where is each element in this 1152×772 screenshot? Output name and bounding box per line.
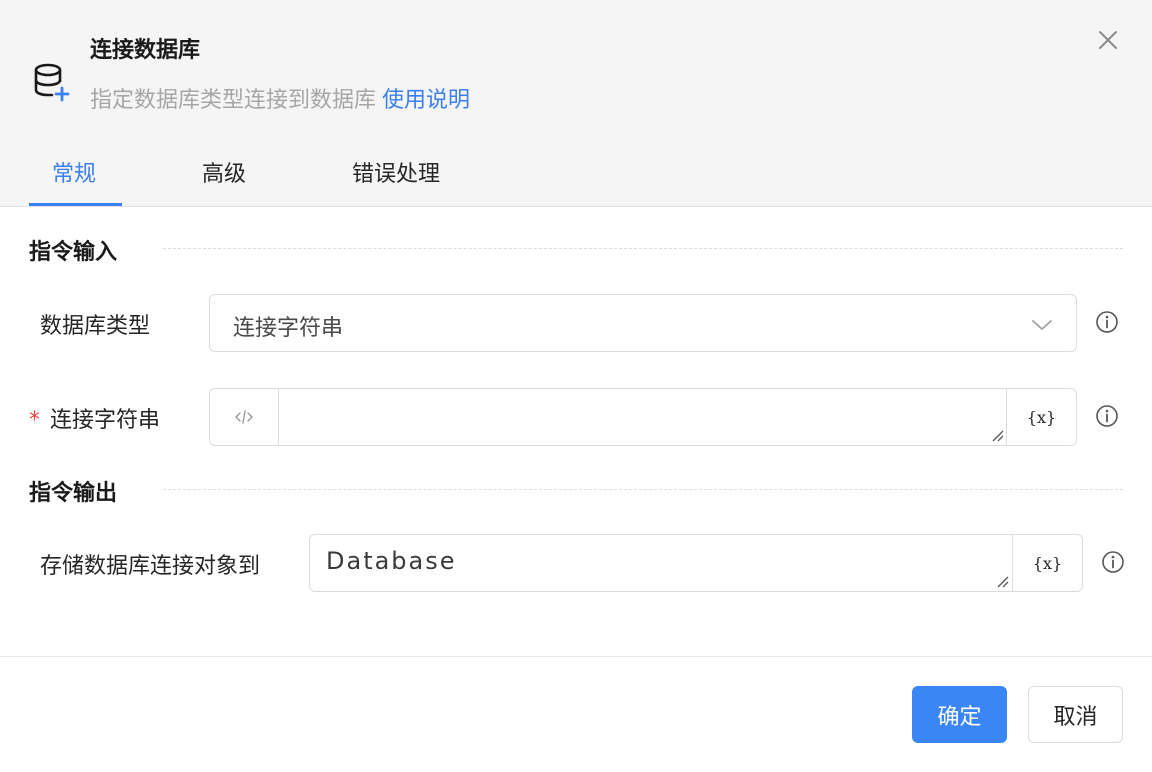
conn-string-info-icon[interactable] <box>1095 404 1119 428</box>
store-to-label: 存储数据库连接对象到 <box>40 554 261 579</box>
code-mode-toggle[interactable] <box>210 389 279 445</box>
conn-string-label: * 连接字符串 <box>29 402 160 434</box>
tab-general[interactable]: 常规 <box>52 156 96 188</box>
output-section-title: 指令输出 <box>29 481 118 506</box>
footer-divider <box>0 656 1152 657</box>
connect-database-dialog: 连接数据库 指定数据库类型连接到数据库 使用说明 常规 高级 错误处理 指令输入 … <box>0 0 1152 772</box>
db-type-value: 连接字符串 <box>233 316 344 341</box>
input-section-divider <box>163 248 1123 249</box>
dialog-title: 连接数据库 <box>90 38 201 63</box>
store-to-value: Database <box>326 547 457 575</box>
conn-string-input[interactable] <box>279 389 1008 445</box>
chevron-down-icon <box>1032 320 1052 330</box>
conn-string-label-text: 连接字符串 <box>50 408 161 433</box>
resize-grip-icon[interactable] <box>996 575 1010 589</box>
tab-advanced[interactable]: 高级 <box>202 156 246 188</box>
cancel-button[interactable]: 取消 <box>1028 686 1123 743</box>
store-to-variable-button[interactable]: {x} <box>1012 535 1082 591</box>
conn-string-variable-button[interactable]: {x} <box>1006 389 1076 445</box>
tab-bar: 常规 高级 错误处理 <box>0 150 1152 207</box>
dialog-subtitle: 指定数据库类型连接到数据库 使用说明 <box>90 82 470 114</box>
store-to-input[interactable]: Database <box>310 535 1013 591</box>
close-icon[interactable] <box>1094 26 1122 54</box>
store-to-info-icon[interactable] <box>1101 550 1125 574</box>
output-section-divider <box>163 489 1123 490</box>
conn-string-input-group: {x} <box>209 388 1077 446</box>
db-type-info-icon[interactable] <box>1095 310 1119 334</box>
db-type-select[interactable]: 连接字符串 <box>209 294 1077 352</box>
dialog-header: 连接数据库 指定数据库类型连接到数据库 使用说明 常规 高级 错误处理 <box>0 0 1152 207</box>
database-add-icon <box>34 63 70 102</box>
active-tab-indicator <box>29 203 122 206</box>
confirm-button[interactable]: 确定 <box>912 686 1007 743</box>
help-link[interactable]: 使用说明 <box>382 88 470 113</box>
db-type-label: 数据库类型 <box>40 314 151 339</box>
code-icon <box>235 410 253 424</box>
resize-grip-icon[interactable] <box>991 429 1005 443</box>
subtitle-text: 指定数据库类型连接到数据库 <box>90 88 377 113</box>
input-section-title: 指令输入 <box>29 240 118 265</box>
store-to-input-group: Database {x} <box>309 534 1083 592</box>
required-mark: * <box>29 408 40 433</box>
tab-error-handling[interactable]: 错误处理 <box>352 156 440 188</box>
